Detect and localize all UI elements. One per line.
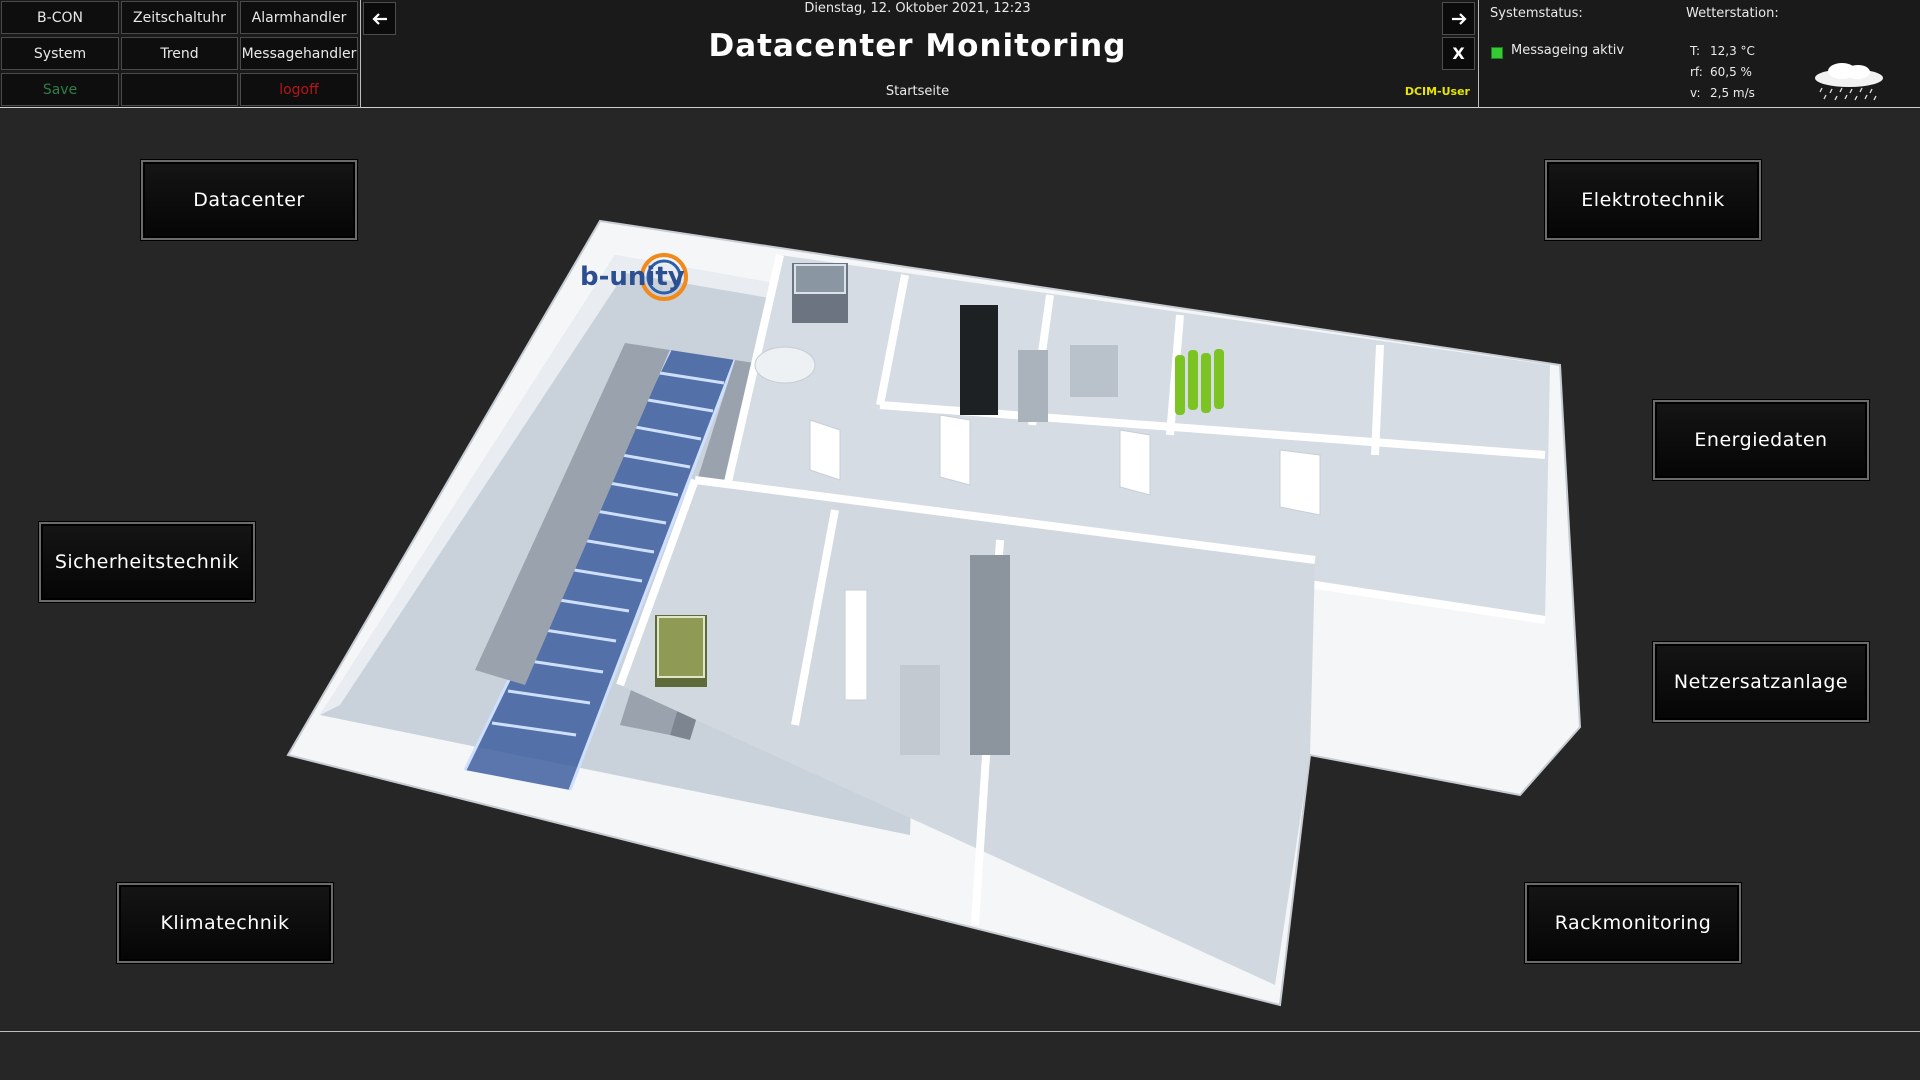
arrow-right-icon [1451, 12, 1467, 25]
server-cabinet [960, 305, 998, 415]
status-led [1491, 47, 1503, 59]
datacenter-floorplan: b-unity [286, 219, 1582, 1007]
svg-text:b-unity: b-unity [580, 262, 685, 292]
weather-rf-value: 60,5 % [1710, 65, 1752, 79]
energiedaten-button[interactable]: Energiedaten [1653, 400, 1869, 480]
rackmonitoring-button[interactable]: Rackmonitoring [1525, 883, 1741, 963]
weather-label: Wetterstation: [1686, 6, 1779, 21]
datetime: Dienstag, 12. Oktober 2021, 12:23 [804, 1, 1031, 16]
weather-temperature: T: 12,3 °C [1690, 44, 1755, 58]
systemstatus-label: Systemstatus: [1490, 6, 1583, 21]
nav-save-button[interactable]: Save [1, 73, 119, 106]
weather-t-value: 12,3 °C [1710, 44, 1755, 58]
nav-empty-button[interactable] [121, 73, 238, 106]
nav-alarmhandler-button[interactable]: Alarmhandler [240, 1, 358, 34]
close-button[interactable]: X [1442, 37, 1475, 70]
battery-racks [970, 555, 1010, 755]
top-bar: B-CON Zeitschaltuhr Alarmhandler System … [0, 0, 1920, 108]
weather-v-value: 2,5 m/s [1710, 86, 1755, 100]
weather-humidity: rf: 60,5 % [1690, 65, 1752, 79]
rain-cloud-icon [1815, 63, 1883, 101]
datacenter-button[interactable]: Datacenter [141, 160, 357, 240]
elektrotechnik-button[interactable]: Elektrotechnik [1545, 160, 1761, 240]
separator [1478, 0, 1479, 108]
weather-wind: v: 2,5 m/s [1690, 86, 1755, 100]
netzersatzanlage-button[interactable]: Netzersatzanlage [1653, 642, 1869, 722]
footer-divider [0, 1031, 1920, 1032]
nav-system-button[interactable]: System [1, 37, 119, 70]
weather-t-key: T: [1690, 44, 1701, 58]
page-title: Datacenter Monitoring [708, 28, 1127, 64]
status-item: Messageing aktiv [1511, 43, 1625, 58]
nav-logoff-button[interactable]: logoff [240, 73, 358, 106]
forward-button[interactable] [1442, 2, 1475, 35]
nav-messagehandler-button[interactable]: Messagehandler [240, 37, 358, 70]
sicherheitstechnik-button[interactable]: Sicherheitstechnik [39, 522, 255, 602]
weather-rf-key: rf: [1690, 65, 1703, 79]
klimatechnik-button[interactable]: Klimatechnik [117, 883, 333, 963]
nav-bcon-button[interactable]: B-CON [1, 1, 119, 34]
nav-zeitschaltuhr-button[interactable]: Zeitschaltuhr [121, 1, 238, 34]
weather-v-key: v: [1690, 86, 1701, 100]
nav-trend-button[interactable]: Trend [121, 37, 238, 70]
user-label: DCIM-User [1404, 85, 1470, 98]
page-subtitle: Startseite [885, 84, 950, 99]
